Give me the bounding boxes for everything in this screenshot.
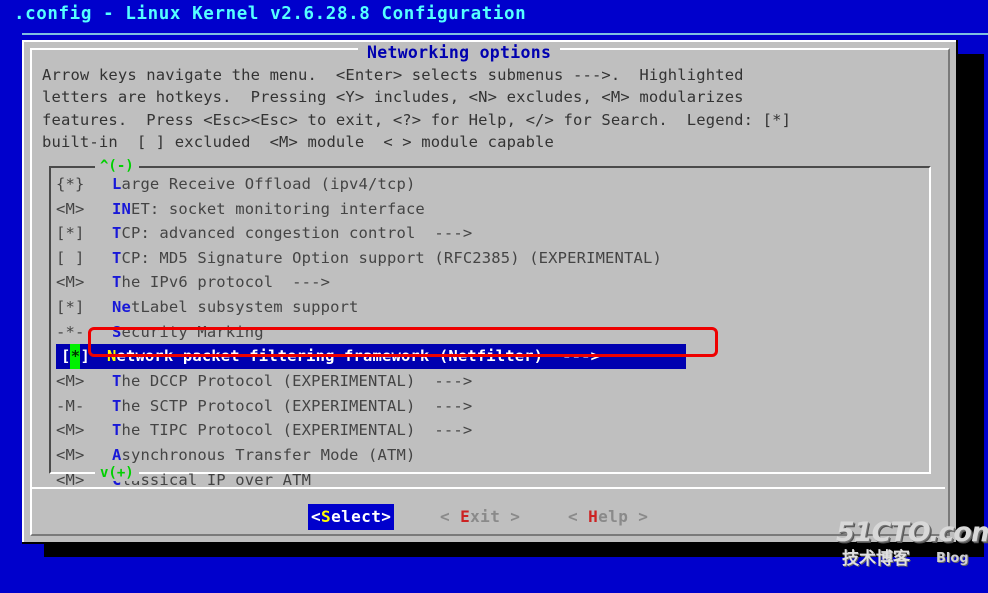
- menu-item-hotkey: IN: [112, 199, 131, 218]
- window-title: .config - Linux Kernel v2.6.28.8 Configu…: [14, 4, 527, 24]
- exit-button[interactable]: < Exit >: [440, 504, 520, 530]
- submenu-arrow: --->: [273, 273, 331, 292]
- select-button[interactable]: <Select>: [308, 504, 395, 530]
- menu-item-label: he TIPC Protocol (EXPERIMENTAL): [121, 421, 416, 440]
- help-button-suffix: elp >: [598, 507, 649, 526]
- menu-item-label: he SCTP Protocol (EXPERIMENTAL): [121, 396, 416, 415]
- menu-item-state-tag: {*}: [56, 175, 104, 193]
- submenu-arrow: --->: [415, 421, 473, 440]
- select-button-prefix: <: [311, 507, 322, 526]
- menu-item[interactable]: {*} Large Receive Offload (ipv4/tcp): [56, 172, 926, 197]
- menu-item-label: synchronous Transfer Mode (ATM): [121, 445, 416, 464]
- menu-item-state-tag: <M>: [56, 273, 104, 292]
- exit-button-prefix: <: [440, 507, 461, 526]
- menu-item-state-tag: [*]: [56, 297, 104, 316]
- menu-item-selected[interactable]: [*] Network packet filtering framework (…: [56, 344, 686, 370]
- select-button-suffix: elect>: [331, 507, 392, 526]
- window-titlebar: .config - Linux Kernel v2.6.28.8 Configu…: [0, 0, 988, 35]
- menu-item-state-tag: <M>: [56, 372, 85, 391]
- help-button[interactable]: < Help >: [568, 504, 648, 530]
- tag-bracket-close: ]: [80, 347, 100, 366]
- menu-item[interactable]: -*- Security Marking: [56, 320, 926, 345]
- watermark-sub-text: 技术博客: [842, 549, 910, 569]
- titlebar-rule: [22, 33, 988, 35]
- cursor-block: *: [70, 344, 81, 370]
- menu-item[interactable]: <M> Asynchronous Transfer Mode (ATM): [56, 443, 926, 468]
- menu-item-label: tLabel subsystem support: [130, 297, 359, 316]
- help-text: Arrow keys navigate the menu. <Enter> se…: [42, 66, 792, 152]
- submenu-arrow: --->: [415, 372, 473, 391]
- terminal-screen: .config - Linux Kernel v2.6.28.8 Configu…: [0, 0, 988, 593]
- menu-item-state-tag: [*]: [61, 344, 107, 370]
- dialog-border-right: [956, 40, 958, 544]
- submenu-arrow: --->: [415, 224, 473, 243]
- menu-item-label: lassical IP over ATM: [121, 470, 312, 489]
- dialog-border-bottom: [22, 542, 958, 544]
- watermark-blog-text: Blog: [936, 551, 969, 566]
- menu-item[interactable]: [ ] TCP: MD5 Signature Option support (R…: [56, 246, 926, 271]
- exit-button-suffix: xit >: [470, 507, 521, 526]
- dialog-shadow-right: [958, 54, 984, 557]
- help-button-hotkey: H: [588, 507, 599, 526]
- menu-item[interactable]: <M> The DCCP Protocol (EXPERIMENTAL) --->: [56, 369, 926, 394]
- dialog-caption: Networking options: [358, 43, 561, 63]
- help-button-prefix: <: [568, 507, 589, 526]
- watermark: 51CTO.com 技术博客 Blog: [836, 518, 988, 574]
- menu-item-label: arge Receive Offload (ipv4/tcp): [121, 175, 416, 193]
- menu-item-label: ET: socket monitoring interface: [130, 199, 425, 218]
- menu-item-label: ecurity Marking: [121, 322, 264, 341]
- menu-item-label: he IPv6 protocol: [121, 273, 274, 292]
- watermark-main-text: 51CTO.com: [836, 517, 988, 548]
- menu-item[interactable]: <M> INET: socket monitoring interface: [56, 197, 926, 222]
- scroll-up-indicator[interactable]: ^(-): [95, 158, 139, 174]
- menu-item-label: he DCCP Protocol (EXPERIMENTAL): [121, 372, 416, 391]
- select-button-hotkey: S: [321, 507, 332, 526]
- menu-item-label: CP: MD5 Signature Option support (RFC238…: [121, 248, 662, 267]
- menu-item-label: etwork packet filtering framework (Netfi…: [116, 347, 544, 366]
- menu-item-state-tag: <M>: [56, 199, 104, 218]
- menu-item-state-tag: -*-: [56, 322, 85, 341]
- menu-item-state-tag: [*]: [56, 224, 104, 243]
- menu-item-state-tag: <M>: [56, 421, 85, 440]
- menu-item[interactable]: [*] NetLabel subsystem support: [56, 295, 926, 320]
- exit-button-hotkey: E: [460, 507, 471, 526]
- menu-item-state-tag: <M>: [56, 445, 85, 464]
- menu-item[interactable]: [*] TCP: advanced congestion control ---…: [56, 221, 926, 246]
- menu-item[interactable]: <M> The IPv6 protocol --->: [56, 270, 926, 295]
- tag-bracket-open: [: [61, 347, 71, 366]
- menu-item-hotkey: Ne: [112, 297, 131, 316]
- dialog-border-left: [22, 40, 24, 544]
- submenu-arrow: --->: [543, 347, 601, 366]
- scroll-down-indicator[interactable]: v(+): [95, 465, 139, 481]
- submenu-arrow: --->: [415, 396, 473, 415]
- button-separator: [31, 487, 945, 489]
- menu-item[interactable]: -M- The SCTP Protocol (EXPERIMENTAL) --->: [56, 394, 926, 419]
- menu-item[interactable]: <M> The TIPC Protocol (EXPERIMENTAL) --->: [56, 418, 926, 443]
- menu-list: {*} Large Receive Offload (ipv4/tcp) <M> …: [56, 172, 926, 492]
- menu-item-state-tag: -M-: [56, 396, 85, 415]
- dialog-border-top: [22, 40, 958, 42]
- menu-item-state-tag: [ ]: [56, 248, 104, 267]
- menu-item-label: CP: advanced congestion control: [121, 224, 416, 243]
